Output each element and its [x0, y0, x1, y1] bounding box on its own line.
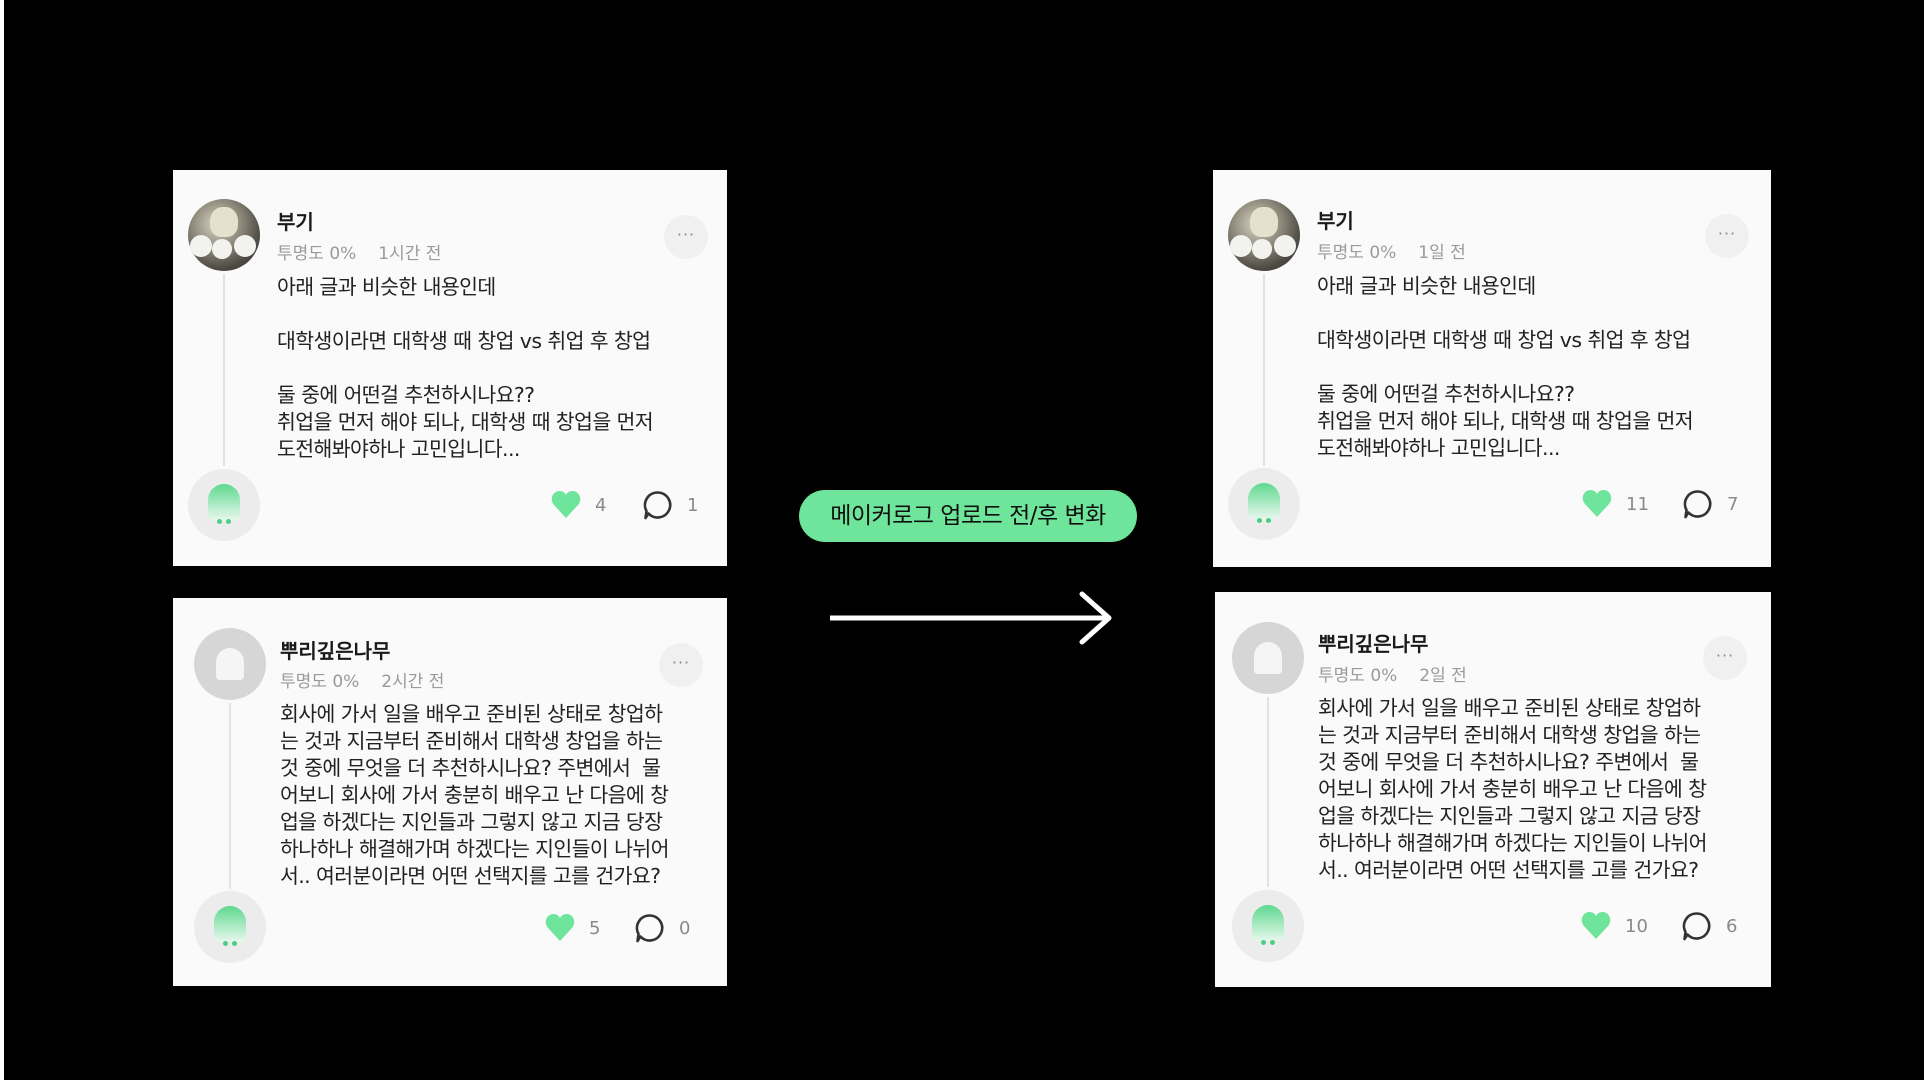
comment-icon[interactable]	[635, 913, 665, 943]
post-meta: 투명도 0% 1일 전	[1317, 238, 1466, 263]
post-time: 1시간 전	[378, 244, 442, 264]
comment-count: 0	[679, 917, 691, 939]
like-count: 11	[1626, 493, 1649, 515]
heart-icon[interactable]	[545, 914, 575, 942]
post-body: 아래 글과 비슷한 내용인데 대학생이라면 대학생 때 창업 vs 취업 후 창…	[277, 275, 654, 461]
more-icon[interactable]: ···	[1703, 636, 1747, 680]
author-name[interactable]: 부기	[277, 206, 314, 235]
post-time: 1일 전	[1418, 243, 1466, 263]
thread-line	[1267, 697, 1269, 887]
comment-stat[interactable]: 6	[1682, 911, 1737, 941]
comment-stat[interactable]: 1	[643, 490, 698, 520]
thread-line	[1263, 274, 1265, 466]
author-name[interactable]: 부기	[1317, 205, 1354, 234]
author-name[interactable]: 뿌리깊은나무	[1318, 628, 1428, 657]
like-stat[interactable]: 5	[545, 914, 600, 942]
post-card-before-1[interactable]: 부기 투명도 0% 1시간 전 ··· 아래 글과 비슷한 내용인데 대학생이라면…	[173, 170, 727, 566]
author-avatar[interactable]	[188, 199, 260, 271]
like-count: 5	[589, 917, 601, 939]
comment-count: 6	[1726, 915, 1738, 937]
comment-icon[interactable]	[1683, 489, 1713, 519]
author-avatar[interactable]	[194, 628, 266, 700]
comment-count: 1	[687, 494, 699, 516]
like-stat[interactable]: 10	[1581, 912, 1648, 940]
more-icon[interactable]: ···	[664, 215, 708, 259]
opacity-label: 투명도 0%	[277, 244, 357, 264]
comment-count: 7	[1727, 493, 1739, 515]
comment-icon[interactable]	[1682, 911, 1712, 941]
post-body: 회사에 가서 일을 배우고 준비된 상태로 창업하 는 것과 지금부터 준비해서…	[280, 702, 669, 888]
like-count: 4	[595, 494, 607, 516]
post-card-before-2[interactable]: 뿌리깊은나무 투명도 0% 2시간 전 ··· 회사에 가서 일을 배우고 준비된…	[173, 598, 727, 986]
post-meta: 투명도 0% 2시간 전	[280, 667, 444, 692]
like-stat[interactable]: 4	[551, 491, 606, 519]
author-name[interactable]: 뿌리깊은나무	[280, 635, 390, 664]
slide-background: 부기 투명도 0% 1시간 전 ··· 아래 글과 비슷한 내용인데 대학생이라면…	[4, 0, 1924, 1080]
comment-icon[interactable]	[643, 490, 673, 520]
reply-avatar	[1232, 890, 1304, 962]
thread-line	[229, 703, 231, 889]
post-body: 회사에 가서 일을 배우고 준비된 상태로 창업하 는 것과 지금부터 준비해서…	[1318, 696, 1707, 882]
heart-icon[interactable]	[1582, 490, 1612, 518]
heart-icon[interactable]	[1581, 912, 1611, 940]
like-count: 10	[1625, 915, 1648, 937]
post-body: 아래 글과 비슷한 내용인데 대학생이라면 대학생 때 창업 vs 취업 후 창…	[1317, 274, 1694, 460]
reply-avatar	[1228, 468, 1300, 540]
reply-avatar	[194, 891, 266, 963]
opacity-label: 투명도 0%	[1318, 666, 1398, 686]
comment-stat[interactable]: 0	[635, 913, 690, 943]
arrow-right-icon	[830, 591, 1112, 645]
post-card-after-2[interactable]: 뿌리깊은나무 투명도 0% 2일 전 ··· 회사에 가서 일을 배우고 준비된 …	[1215, 592, 1771, 987]
author-avatar[interactable]	[1232, 622, 1304, 694]
more-icon[interactable]: ···	[659, 643, 703, 687]
opacity-label: 투명도 0%	[1317, 243, 1397, 263]
like-stat[interactable]: 11	[1582, 490, 1649, 518]
opacity-label: 투명도 0%	[280, 672, 360, 692]
post-meta: 투명도 0% 2일 전	[1318, 661, 1467, 686]
before-after-label: 메이커로그 업로드 전/후 변화	[799, 490, 1137, 542]
author-avatar[interactable]	[1228, 199, 1300, 271]
post-meta: 투명도 0% 1시간 전	[277, 239, 441, 264]
comment-stat[interactable]: 7	[1683, 489, 1738, 519]
post-card-after-1[interactable]: 부기 투명도 0% 1일 전 ··· 아래 글과 비슷한 내용인데 대학생이라면 …	[1213, 170, 1771, 567]
thread-line	[223, 274, 225, 466]
heart-icon[interactable]	[551, 491, 581, 519]
post-time: 2일 전	[1419, 666, 1467, 686]
more-icon[interactable]: ···	[1705, 214, 1749, 258]
reply-avatar	[188, 469, 260, 541]
post-time: 2시간 전	[381, 672, 445, 692]
